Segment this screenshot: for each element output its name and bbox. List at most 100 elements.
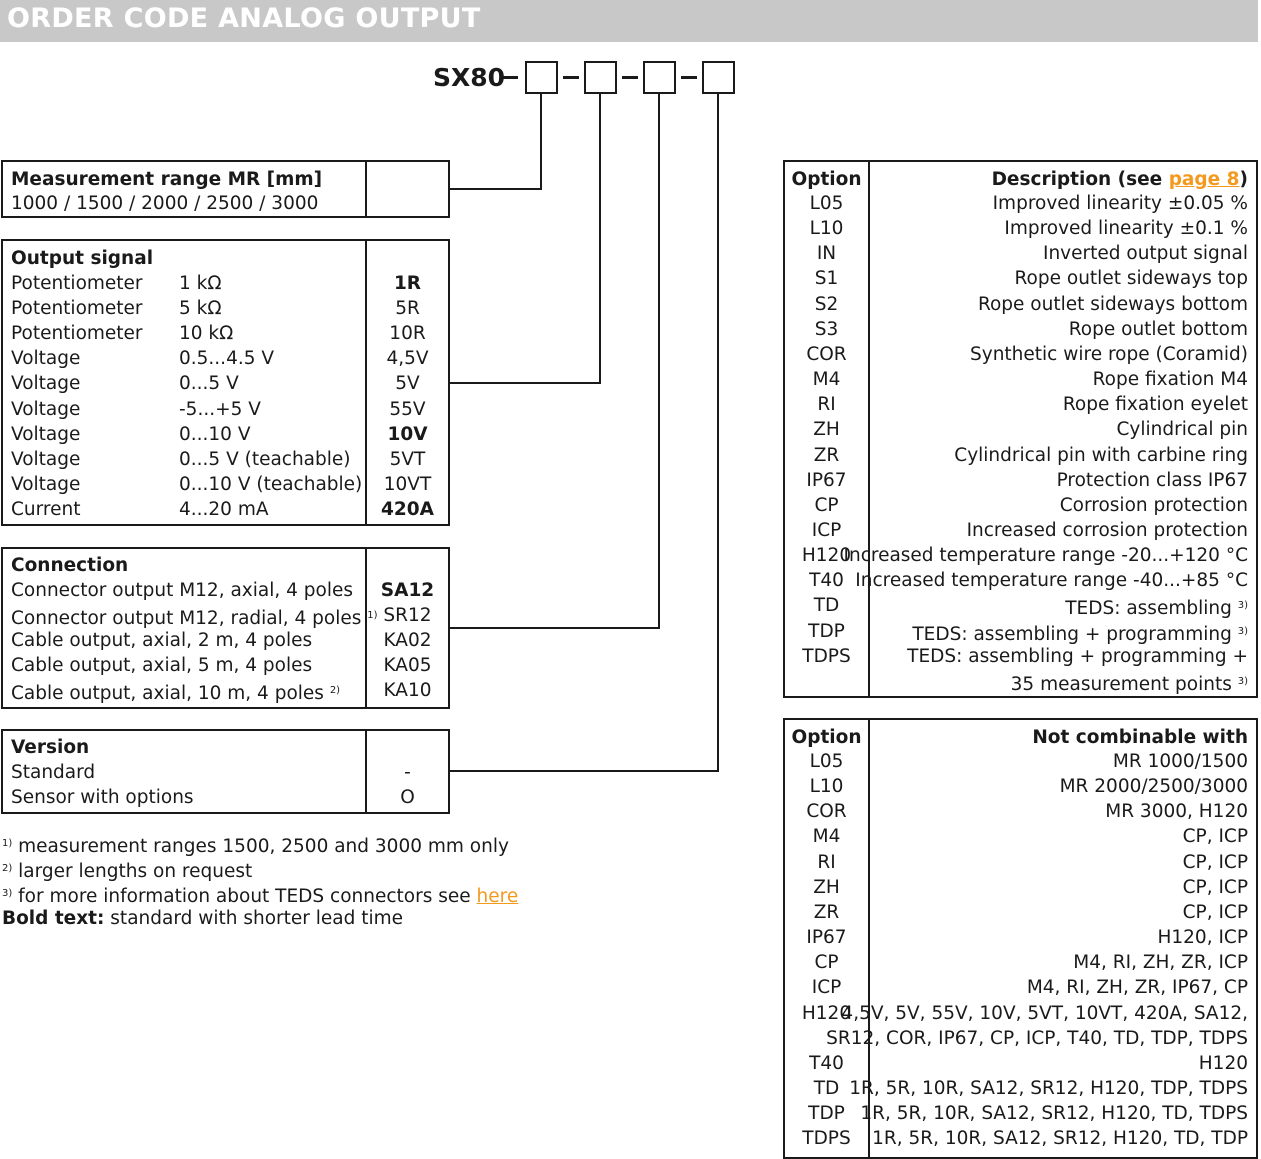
- connection-code: SR12: [383, 605, 432, 627]
- option-description: Rope fixation M4: [1093, 367, 1248, 392]
- bold-note: Bold text: standard with shorter lead ti…: [2, 906, 403, 931]
- combo-not-combinable: M4, RI, ZH, ZR, IP67, CP: [1026, 977, 1248, 999]
- option-description: TEDS: assembling 3): [1065, 593, 1248, 621]
- combo-option-code: T40: [809, 1052, 844, 1074]
- order-code-prefix: SX80: [433, 63, 506, 92]
- combo-not-combinable: 1R, 5R, 10R, SA12, SR12, H120, TDP, TDPS: [849, 1077, 1248, 1099]
- combo-option-code: ZH: [813, 876, 840, 898]
- output-signal-type: Voltage: [11, 398, 81, 420]
- version-box: Version Standard - Sensor with options O: [1, 729, 450, 814]
- connection-label: Connector output M12, radial, 4 poles 1): [11, 603, 378, 631]
- combo-not-combinable: MR 2000/2500/3000: [1059, 776, 1248, 798]
- combo-not-combinable: MR 1000/1500: [1112, 751, 1248, 772]
- combo-option-code: ICP: [811, 977, 842, 999]
- option-description-text: TEDS: assembling + programming: [912, 623, 1232, 645]
- combo-not-combinable: H120, ICP: [1157, 927, 1248, 949]
- version-code: O: [400, 787, 415, 809]
- option-description-text: Cylindrical pin with carbine ring: [954, 444, 1248, 466]
- footnote: 3) for more information about TEDS conne…: [2, 881, 518, 909]
- footnote-mark: 3): [1237, 600, 1248, 612]
- output-signal-code: 420A: [381, 498, 434, 520]
- combo-not-combinable: CP, ICP: [1182, 826, 1248, 848]
- output-signal-code: 10R: [389, 323, 426, 345]
- connector-line: [448, 188, 542, 190]
- option-description: Inverted output signal: [1043, 241, 1248, 266]
- version-label: Standard: [11, 762, 96, 783]
- combo-col-not-combinable: Not combinable with: [1032, 727, 1248, 748]
- output-signal-spec: 0...5 V: [179, 373, 239, 395]
- footnote-mark: 3): [1237, 675, 1248, 687]
- option-description: Cylindrical pin: [1117, 417, 1249, 442]
- footnote: 2) larger lengths on request: [2, 856, 252, 884]
- connector-line: [448, 382, 601, 384]
- code-dash: [563, 76, 579, 79]
- connector-line: [448, 627, 660, 629]
- connection-label: Cable output, axial, 2 m, 4 poles: [11, 628, 312, 653]
- option-code: M4: [812, 369, 841, 391]
- connection-code: KA02: [383, 630, 432, 652]
- output-signal-code: 5VT: [389, 448, 426, 470]
- measurement-range-box: Measurement range MR [mm] 1000 / 1500 / …: [1, 160, 450, 218]
- output-signal-box: Output signal Potentiometer 1 kΩ 1R Potenti…: [1, 239, 450, 526]
- option-description: Cylindrical pin with carbine ring: [954, 443, 1248, 468]
- connection-label: Connector output M12, axial, 4 poles: [11, 578, 353, 603]
- option-description-text: Rope fixation eyelet: [1062, 394, 1248, 416]
- combo-not-combinable: MR 3000, H120: [1105, 801, 1248, 823]
- output-signal-spec: 0...10 V (teachable): [179, 473, 363, 495]
- option-description: 35 measurement points 3): [1011, 669, 1248, 697]
- option-code: RI: [817, 394, 836, 416]
- output-signal-spec: 1 kΩ: [179, 273, 222, 294]
- output-signal-type: Potentiometer: [11, 298, 143, 320]
- output-signal-code: 55V: [389, 398, 426, 420]
- option-code: S3: [814, 318, 839, 340]
- bold-note-text: standard with shorter lead time: [110, 908, 404, 929]
- combo-not-combinable: CP, ICP: [1182, 876, 1248, 898]
- connection-label-text: Cable output, axial, 5 m, 4 poles: [11, 655, 313, 677]
- footnote-text: larger lengths on request: [18, 861, 253, 882]
- option-description: TEDS: assembling + programming 3): [912, 619, 1248, 647]
- options-col-option: Option: [791, 169, 862, 190]
- options-table: Option Description (see page 8) L05 Impro…: [783, 160, 1258, 698]
- code-slot-output: [584, 61, 617, 94]
- connection-label-text: Connector output M12, radial, 4 poles: [11, 608, 362, 630]
- bold-note-label: Bold text:: [2, 908, 105, 929]
- option-description: Improved linearity ±0.05 %: [993, 191, 1248, 216]
- option-code: CP: [814, 494, 839, 516]
- combo-option-code: RI: [817, 851, 836, 873]
- combo-option-code: TDP: [808, 1103, 845, 1125]
- option-code: L10: [809, 218, 844, 240]
- output-signal-spec: 0...10 V: [179, 423, 251, 445]
- combo-not-combinable: SR12, COR, IP67, CP, ICP, T40, TD, TDP, …: [826, 1027, 1248, 1049]
- connector-line: [658, 94, 660, 629]
- combo-not-combinable: 1R, 5R, 10R, SA12, SR12, H120, TD, TDP: [872, 1128, 1248, 1150]
- option-description: Rope fixation eyelet: [1063, 392, 1248, 417]
- option-code: ZH: [813, 419, 840, 441]
- connection-label: Cable output, axial, 10 m, 4 poles 2): [11, 678, 340, 706]
- output-signal-spec: 10 kΩ: [179, 323, 234, 345]
- option-code: ICP: [811, 519, 842, 541]
- option-description-text: TEDS: assembling + programming +: [907, 645, 1248, 667]
- option-description-text: Increased temperature range -20...+120 °…: [843, 545, 1248, 567]
- output-signal-code: 10VT: [383, 473, 432, 495]
- page-8-link[interactable]: page 8: [1169, 169, 1240, 190]
- option-description-text: Corrosion protection: [1059, 494, 1248, 516]
- output-signal-spec: 0.5...4.5 V: [179, 348, 275, 370]
- section-title: ORDER CODE ANALOG OUTPUT: [7, 3, 481, 34]
- option-code: COR: [806, 343, 847, 365]
- teds-here-link[interactable]: here: [477, 886, 519, 907]
- code-dash: [502, 76, 518, 79]
- footnote-text: for more information about TEDS connecto…: [18, 886, 477, 907]
- options-col-description: Description (see page 8): [991, 169, 1248, 190]
- footnote-mark: 1): [2, 838, 13, 849]
- output-signal-type: Voltage: [11, 473, 81, 495]
- connector-line: [540, 94, 542, 190]
- option-description-text: Rope outlet sideways bottom: [977, 293, 1248, 315]
- option-description-text: Protection class IP67: [1056, 469, 1248, 491]
- footnote-mark: 2): [329, 685, 341, 697]
- option-description-text: 35 measurement points: [1010, 673, 1232, 695]
- option-code: S2: [814, 293, 839, 315]
- connector-line: [717, 94, 719, 772]
- option-description: Increased temperature range -40...+85 °C: [855, 568, 1248, 593]
- option-description-text: Cylindrical pin: [1116, 419, 1249, 441]
- footnote-mark: 3): [1237, 625, 1248, 637]
